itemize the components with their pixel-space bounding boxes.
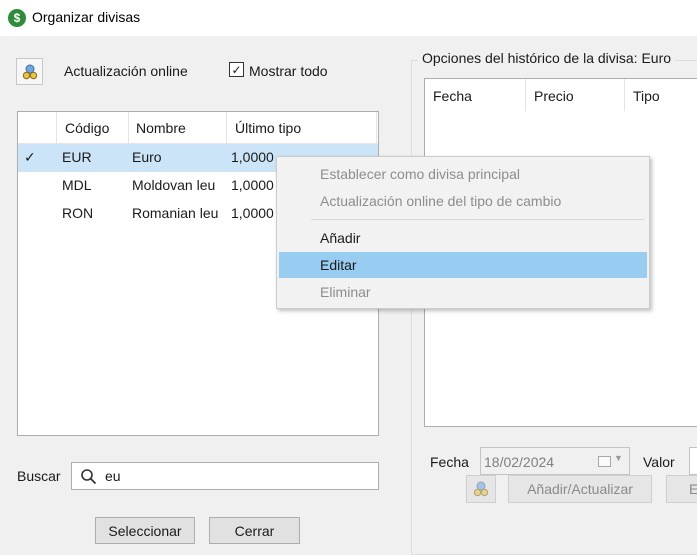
currency-name: Moldovan leu <box>132 177 216 193</box>
history-column-date[interactable]: Fecha <box>433 88 472 104</box>
add-update-button[interactable]: Añadir/Actualizar <box>508 475 652 503</box>
currency-rate: 1,0000 <box>231 205 274 221</box>
online-update-icon <box>22 64 37 79</box>
calendar-icon[interactable] <box>598 456 611 467</box>
column-header-code[interactable]: Código <box>65 120 109 136</box>
search-value[interactable]: eu <box>105 468 121 484</box>
column-separator <box>226 112 227 144</box>
menu-item-add[interactable]: Añadir <box>279 225 647 251</box>
online-update-label: Actualización online <box>64 63 188 79</box>
currency-name: Euro <box>132 149 162 165</box>
currency-rate: 1,0000 <box>231 177 274 193</box>
search-icon <box>81 469 97 485</box>
menu-item-label: Editar <box>320 257 357 273</box>
context-menu: Establecer como divisa principal Actuali… <box>276 156 650 309</box>
value-label: Valor <box>643 454 675 470</box>
online-update-icon <box>473 481 489 497</box>
close-button[interactable]: Cerrar <box>209 517 300 544</box>
column-separator <box>525 79 526 111</box>
column-separator <box>376 112 377 144</box>
currency-rate: 1,0000 <box>231 149 274 165</box>
show-all-label[interactable]: Mostrar todo <box>249 63 328 79</box>
currency-code: EUR <box>62 149 92 165</box>
search-input[interactable]: eu <box>71 462 379 490</box>
search-label: Buscar <box>17 468 61 484</box>
history-column-price[interactable]: Precio <box>534 88 574 104</box>
column-header-last-rate[interactable]: Último tipo <box>235 120 301 136</box>
menu-item-online-rate[interactable]: Actualización online del tipo de cambio <box>279 188 647 214</box>
column-header-name[interactable]: Nombre <box>136 120 186 136</box>
history-group-title: Opciones del histórico de la divisa: Eur… <box>418 50 676 66</box>
history-online-button[interactable] <box>466 475 496 503</box>
menu-item-set-primary[interactable]: Establecer como divisa principal <box>279 161 647 187</box>
column-separator <box>128 112 129 144</box>
menu-item-delete[interactable]: Eliminar <box>279 279 647 305</box>
select-button[interactable]: Seleccionar <box>95 517 195 544</box>
online-update-button[interactable] <box>16 58 43 85</box>
menu-separator <box>311 219 645 220</box>
history-column-type[interactable]: Tipo <box>633 88 660 104</box>
truncated-button[interactable]: E <box>666 475 697 503</box>
menu-item-label: Establecer como divisa principal <box>320 166 520 182</box>
column-separator <box>624 79 625 111</box>
column-separator <box>56 112 57 144</box>
primary-mark-icon: ✓ <box>24 149 36 165</box>
currency-code: RON <box>62 205 94 221</box>
show-all-checkbox[interactable]: ✓ <box>229 62 244 77</box>
date-picker[interactable]: 18/02/2024 ▼ <box>480 447 630 475</box>
menu-item-label: Actualización online del tipo de cambio <box>320 193 562 209</box>
check-icon: ✓ <box>231 62 242 77</box>
title-bar: $ Organizar divisas <box>0 0 697 36</box>
currency-name: Romanian leu <box>132 205 219 221</box>
table-header: Código Nombre Último tipo <box>18 112 378 144</box>
value-input[interactable] <box>689 447 697 475</box>
date-value: 18/02/2024 <box>484 454 555 470</box>
menu-item-edit[interactable]: Editar <box>279 252 647 278</box>
currency-code: MDL <box>62 177 92 193</box>
menu-item-label: Eliminar <box>320 284 371 300</box>
date-label: Fecha <box>430 454 469 470</box>
dollar-icon: $ <box>8 9 26 27</box>
menu-item-label: Añadir <box>320 230 361 246</box>
chevron-down-icon[interactable]: ▼ <box>614 453 623 463</box>
window-title: Organizar divisas <box>32 9 141 25</box>
